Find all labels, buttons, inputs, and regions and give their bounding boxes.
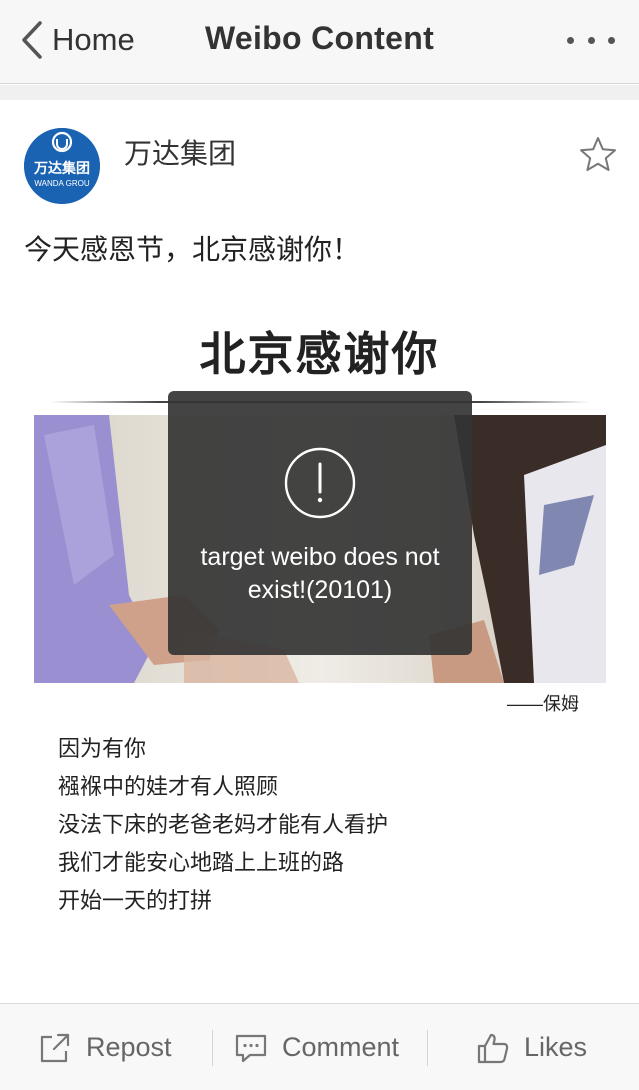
post-text: 今天感恩节，北京感谢你！ bbox=[24, 234, 361, 265]
exclamation-circle-icon bbox=[284, 447, 356, 519]
post-content: 万达集团 WANDA GROU 万达集团 今天感恩节，北京感谢你！ 北京感谢你 bbox=[0, 100, 639, 1003]
comment-button[interactable]: Comment bbox=[234, 1004, 399, 1090]
likes-label: Likes bbox=[524, 1032, 588, 1062]
poem-line: 襁褓中的娃才有人照顾 bbox=[58, 774, 279, 799]
thumbs-up-icon bbox=[477, 1033, 509, 1063]
section-gap bbox=[0, 85, 639, 100]
dot bbox=[587, 36, 595, 44]
dot bbox=[567, 36, 574, 44]
page-title: Weibo Content bbox=[204, 20, 435, 56]
avatar-subtext: WANDA GROU bbox=[34, 179, 89, 188]
avatar[interactable]: 万达集团 WANDA GROU bbox=[24, 128, 100, 204]
image-headline: 北京感谢你 bbox=[199, 328, 440, 380]
comment-label: Comment bbox=[282, 1032, 400, 1062]
avatar-text: 万达集团 bbox=[33, 160, 90, 177]
more-dots-icon[interactable] bbox=[567, 28, 615, 52]
repost-icon bbox=[40, 1033, 70, 1062]
likes-button[interactable]: Likes bbox=[476, 1004, 587, 1090]
poem-line: 没法下床的老爸老妈才能有人看护 bbox=[58, 812, 389, 837]
navigation-bar: Home Weibo Content bbox=[0, 0, 639, 84]
image-signature: ——保姆 bbox=[507, 694, 579, 714]
poem-line: 我们才能安心地踏上上班的路 bbox=[58, 850, 345, 875]
poem-line: 因为有你 bbox=[58, 736, 147, 761]
toast-message: target weibo does not exist!(20101) bbox=[200, 543, 440, 604]
dot bbox=[608, 36, 615, 44]
repost-button[interactable]: Repost bbox=[38, 1004, 172, 1090]
image-text-block: 因为有你 襁褓中的娃才有人照顾 没法下床的老爸老妈才能有人看护 我们才能安心地踏… bbox=[58, 730, 388, 920]
repost-label: Repost bbox=[86, 1032, 172, 1062]
bottom-toolbar: Repost Comment Likes bbox=[0, 1003, 639, 1090]
author-name[interactable]: 万达集团 bbox=[124, 132, 236, 172]
poem-line: 开始一天的打拼 bbox=[58, 888, 213, 913]
wanda-logo-icon: 万达集团 WANDA GROU bbox=[24, 128, 100, 204]
error-toast: target weibo does not exist!(20101) bbox=[168, 391, 472, 655]
toolbar-divider bbox=[427, 1030, 428, 1066]
toolbar-divider bbox=[212, 1030, 213, 1066]
comment-icon bbox=[235, 1034, 267, 1062]
star-icon[interactable] bbox=[579, 136, 617, 172]
